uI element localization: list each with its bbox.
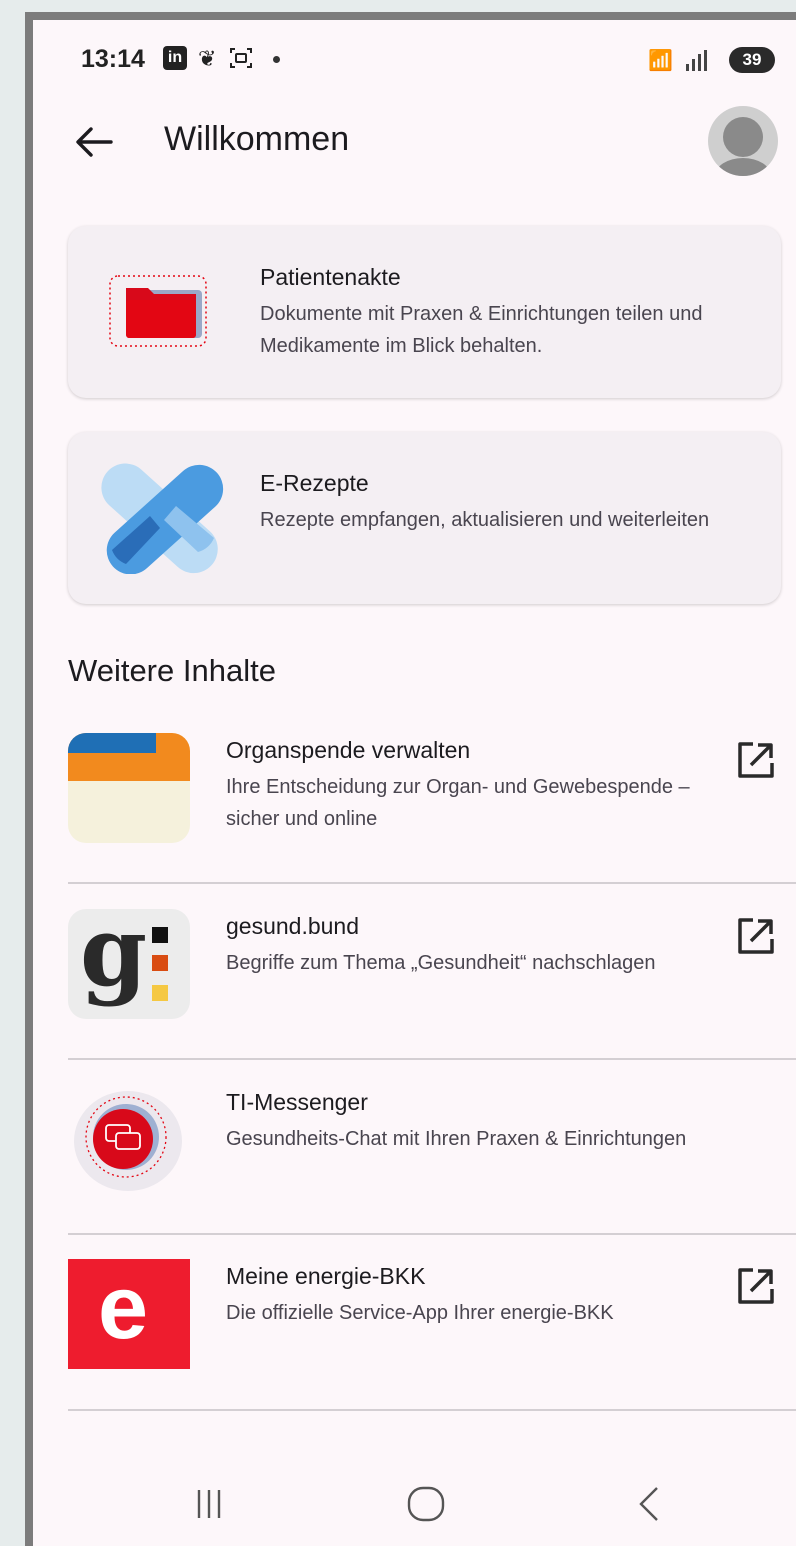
signal-icon [686, 50, 707, 71]
divider [68, 1058, 796, 1060]
energie-bkk-logo: e [68, 1259, 190, 1369]
status-time: 13:14 [81, 45, 145, 73]
leaf-icon: ❦ [198, 46, 217, 71]
divider [68, 1233, 796, 1235]
section-title: Weitere Inhalte [68, 653, 276, 688]
ti-messenger-logo [68, 1085, 190, 1195]
prescription-icon [101, 463, 224, 574]
screenshot-icon [230, 48, 252, 68]
organspende-logo [68, 733, 190, 843]
linkedin-icon: in [163, 46, 187, 70]
card-patientenakte[interactable]: Patientenakte Dokumente mit Praxen & Ein… [68, 226, 781, 398]
wifi-icon: 📶 [648, 50, 673, 72]
notification-dot [273, 56, 280, 63]
card-title: E-Rezepte [260, 470, 369, 496]
card-e-rezepte[interactable]: E-Rezepte Rezepte empfangen, aktualisier… [68, 432, 781, 604]
back-nav-icon[interactable] [619, 1480, 679, 1530]
card-subtitle: Dokumente mit Praxen & Einrichtungen tei… [260, 303, 703, 357]
system-nav-bar [33, 1460, 796, 1546]
open-external-icon[interactable] [735, 1265, 777, 1307]
square-orange [152, 955, 168, 971]
open-external-icon[interactable] [735, 915, 777, 957]
battery-icon: 39 [729, 47, 775, 73]
status-bar: 13:14 in ❦ 📶 39 [33, 20, 796, 100]
page-title: Willkommen [164, 120, 350, 158]
phone-screen: 13:14 in ❦ 📶 39 Willkommen Patientenakte… [33, 20, 796, 1546]
logo-letter: g [80, 909, 148, 1008]
item-subtitle: Die offizielle Service-App Ihrer energie… [226, 1302, 614, 1324]
item-subtitle: Begriffe zum Thema „Gesundheit“ nachschl… [226, 952, 656, 974]
card-title: Patientenakte [260, 264, 401, 290]
item-subtitle: Ihre Entscheidung zur Organ- und Gewebes… [226, 776, 690, 830]
folder-icon [109, 275, 207, 347]
home-icon[interactable] [397, 1480, 457, 1530]
divider [68, 882, 796, 884]
square-yellow [152, 985, 168, 1001]
square-black [152, 927, 168, 943]
arrow-left-icon[interactable] [71, 120, 115, 164]
card-subtitle: Rezepte empfangen, aktualisieren und wei… [260, 509, 710, 531]
gesund-bund-logo: g [68, 909, 190, 1019]
profile-avatar[interactable] [708, 106, 778, 176]
person-icon [715, 117, 771, 176]
item-title: TI-Messenger [226, 1089, 368, 1115]
item-subtitle: Gesundheits-Chat mit Ihren Praxen & Einr… [226, 1128, 687, 1150]
recent-apps-icon[interactable] [179, 1480, 239, 1530]
item-title: gesund.bund [226, 913, 360, 939]
item-title: Meine energie-BKK [226, 1263, 426, 1289]
open-external-icon[interactable] [735, 739, 777, 781]
item-title: Organspende verwalten [226, 737, 471, 763]
divider [68, 1409, 796, 1411]
logo-letter: e [98, 1259, 149, 1358]
